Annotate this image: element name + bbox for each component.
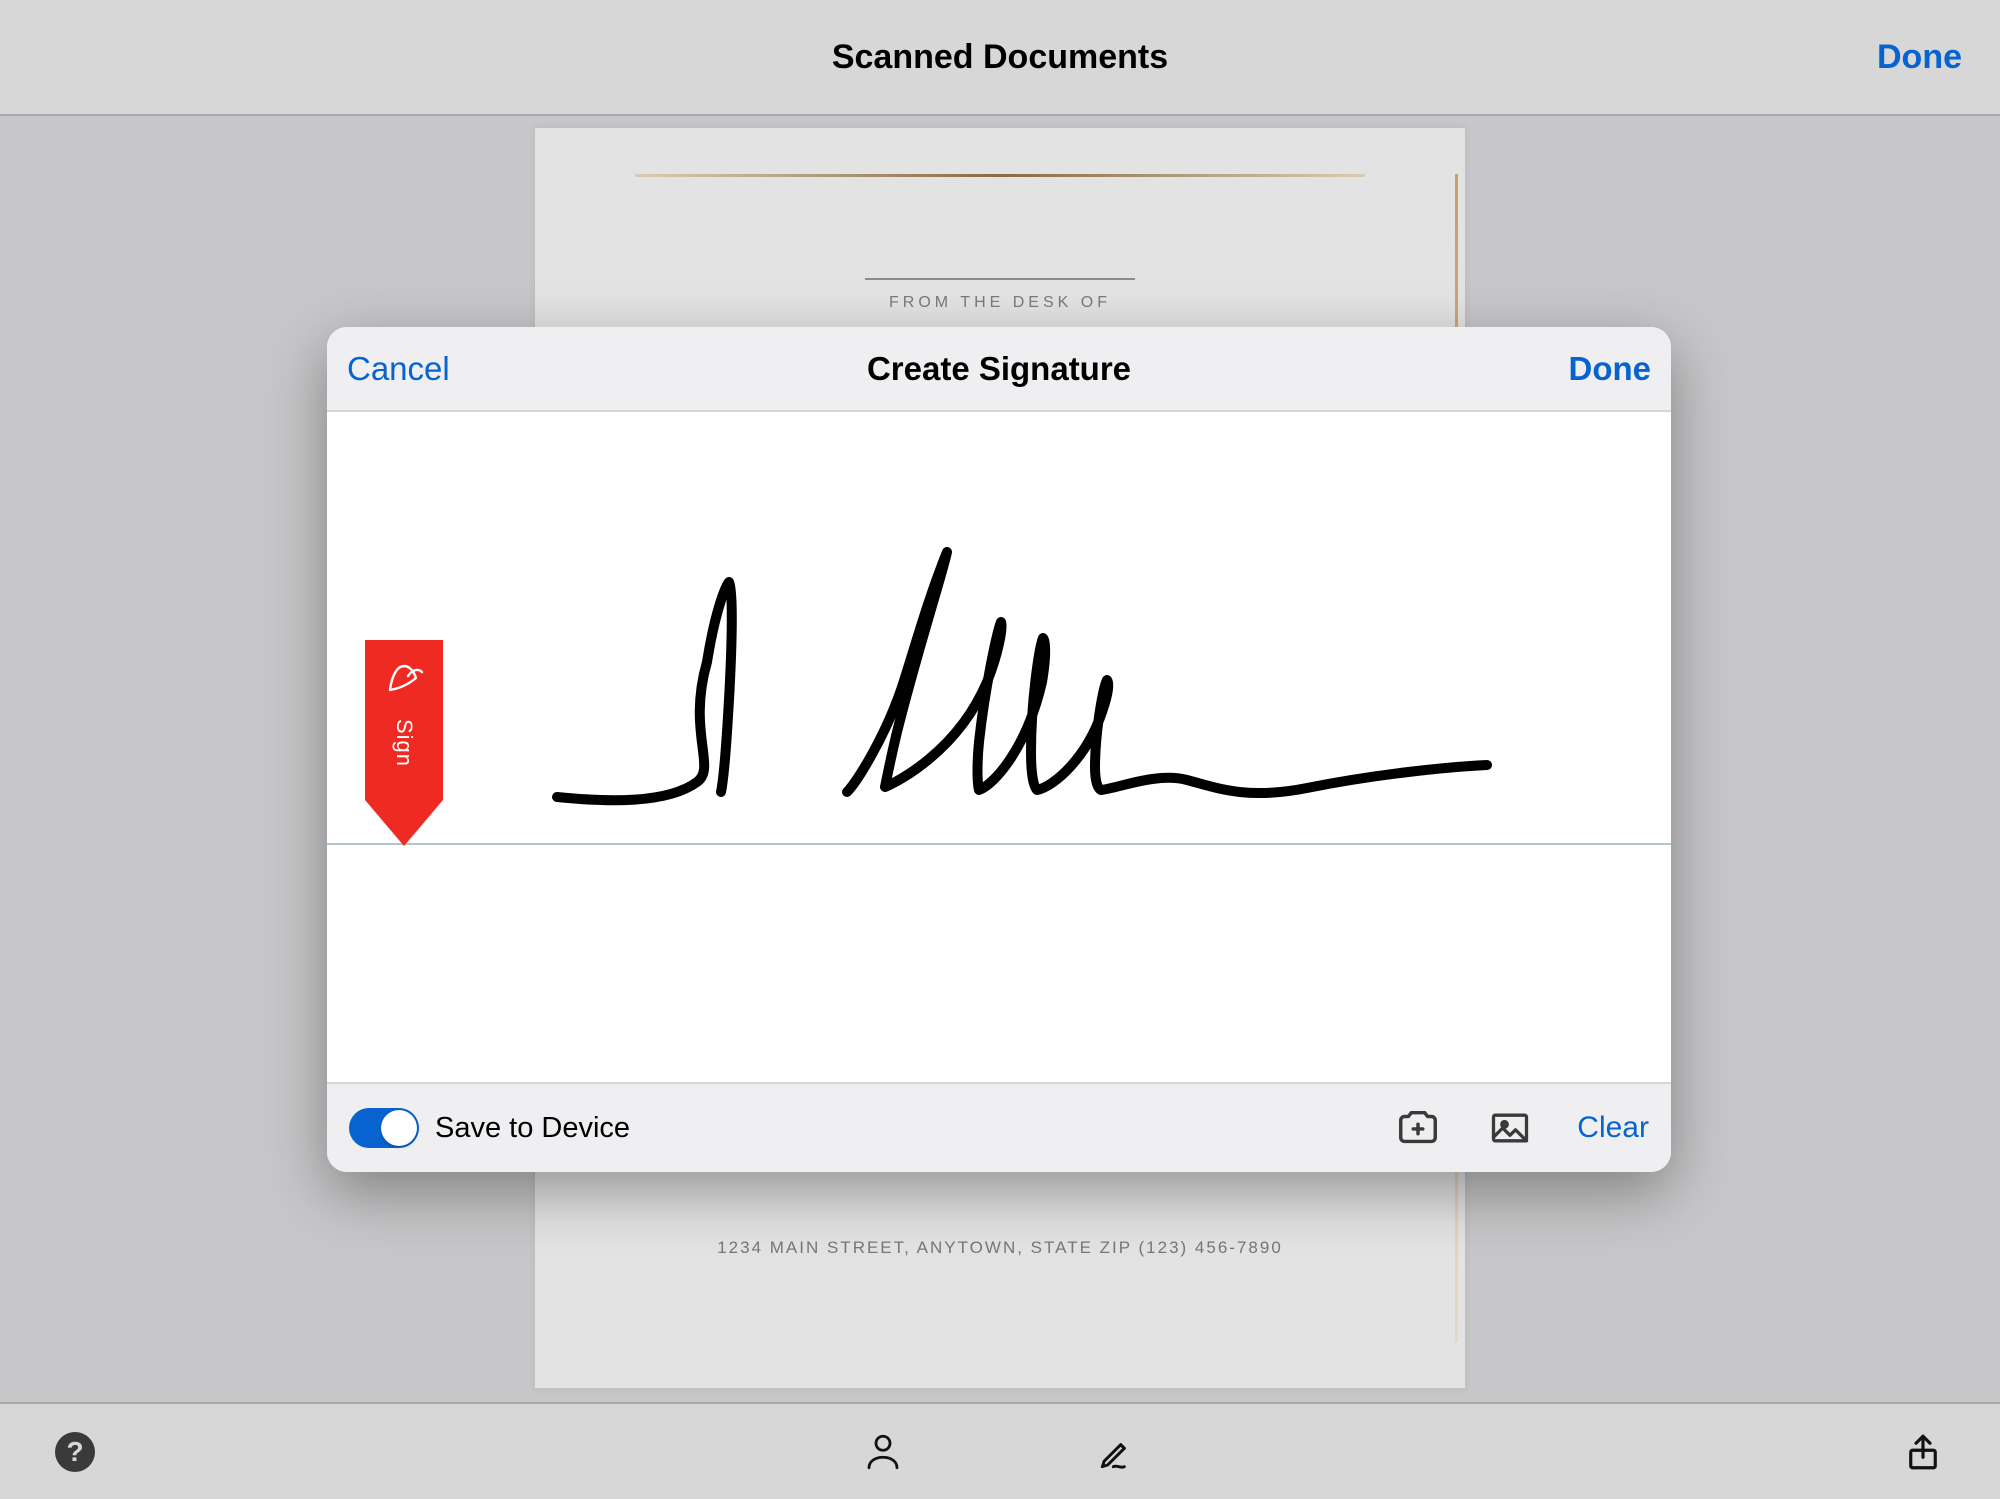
image-icon[interactable] — [1485, 1103, 1535, 1153]
page-title: Scanned Documents — [832, 38, 1168, 77]
signature-stroke — [547, 532, 1507, 832]
toggle-knob — [381, 1110, 417, 1146]
bookmark-label: Sign — [391, 719, 417, 767]
modal-footer: Save to Device Clear — [327, 1082, 1671, 1172]
create-signature-modal: Cancel Create Signature Done Sign Save t… — [327, 327, 1671, 1172]
decorative-rule — [865, 278, 1135, 280]
cancel-button[interactable]: Cancel — [347, 350, 450, 388]
bottom-toolbar: ? — [0, 1402, 2000, 1499]
top-done-button[interactable]: Done — [1877, 38, 1962, 77]
camera-add-icon[interactable] — [1393, 1103, 1443, 1153]
from-label: FROM THE DESK OF — [535, 294, 1465, 312]
topbar: Scanned Documents Done — [0, 0, 2000, 116]
clear-button[interactable]: Clear — [1577, 1111, 1649, 1145]
signature-baseline — [327, 843, 1671, 845]
help-icon[interactable]: ? — [55, 1432, 95, 1472]
highlighter-icon[interactable] — [1095, 1430, 1139, 1474]
letterhead-address: 1234 MAIN STREET, ANYTOWN, STATE ZIP (12… — [535, 1238, 1465, 1258]
signature-canvas[interactable]: Sign — [327, 412, 1671, 1082]
save-to-device-label: Save to Device — [435, 1112, 630, 1145]
modal-done-button[interactable]: Done — [1569, 350, 1652, 388]
save-to-device-toggle[interactable] — [349, 1108, 419, 1148]
user-icon[interactable] — [861, 1430, 905, 1474]
share-icon[interactable] — [1901, 1430, 1945, 1474]
modal-header: Cancel Create Signature Done — [327, 327, 1671, 412]
decorative-line — [635, 174, 1365, 177]
sign-bookmark-icon: Sign — [365, 640, 443, 846]
modal-title: Create Signature — [867, 350, 1131, 388]
